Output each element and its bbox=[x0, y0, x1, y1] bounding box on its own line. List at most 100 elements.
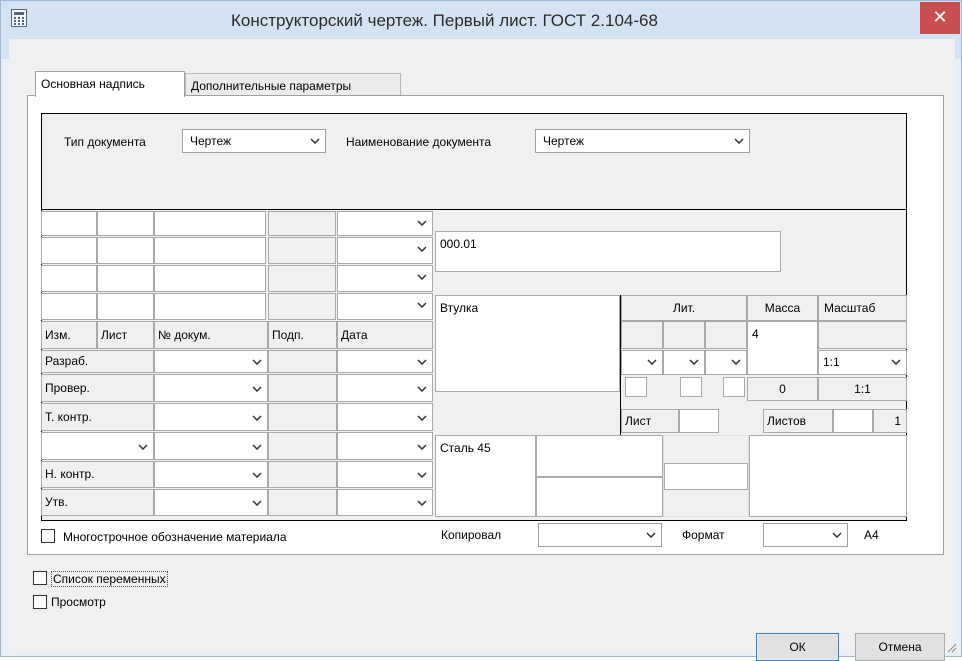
header-docno: № докум. bbox=[154, 321, 268, 349]
copied-select[interactable] bbox=[538, 523, 662, 547]
copied-label: Копировал bbox=[441, 528, 502, 542]
mass-field[interactable]: 4 bbox=[747, 321, 818, 375]
change-date-select[interactable] bbox=[337, 293, 433, 320]
chevron-down-icon bbox=[251, 492, 263, 514]
lit-header: Лит. bbox=[621, 295, 747, 321]
organization-field[interactable] bbox=[749, 435, 907, 517]
t-kontr-sign-cell bbox=[268, 403, 337, 431]
part-name-field[interactable]: Втулка bbox=[435, 295, 620, 392]
chevron-down-icon bbox=[688, 351, 700, 373]
change-docno-input[interactable] bbox=[154, 211, 266, 236]
custom-name-select[interactable] bbox=[154, 432, 268, 460]
change-docno-input[interactable] bbox=[154, 237, 266, 264]
chevron-down-icon bbox=[251, 378, 263, 400]
document-type-value: Чертеж bbox=[190, 134, 232, 148]
scale-select-value: 1:1 bbox=[823, 355, 840, 369]
n-kontr-name-select[interactable] bbox=[154, 461, 268, 488]
header-izm: Изм. bbox=[41, 321, 97, 349]
org-field-1[interactable] bbox=[536, 435, 663, 477]
change-izm-input[interactable] bbox=[41, 265, 97, 292]
n-kontr-date-select[interactable] bbox=[337, 461, 433, 488]
change-sign-cell bbox=[268, 211, 336, 236]
custom-role-select[interactable] bbox=[41, 432, 154, 460]
chevron-down-icon bbox=[416, 212, 428, 234]
window-title: Конструкторский чертеж. Первый лист. ГОС… bbox=[231, 11, 658, 30]
utv-name-select[interactable] bbox=[154, 489, 268, 516]
change-docno-input[interactable] bbox=[154, 265, 266, 292]
sheets-field[interactable] bbox=[833, 409, 873, 433]
lit-cell-1 bbox=[621, 321, 663, 349]
change-date-select[interactable] bbox=[337, 211, 433, 236]
change-izm-input[interactable] bbox=[41, 237, 97, 264]
custom-date-select[interactable] bbox=[337, 432, 433, 460]
tab-additional-params[interactable]: Дополнительные параметры bbox=[185, 73, 401, 97]
designation-field[interactable]: 000.01 bbox=[435, 231, 781, 272]
mass-header: Масса bbox=[747, 295, 818, 321]
change-izm-input[interactable] bbox=[41, 293, 97, 320]
format-value: A4 bbox=[864, 528, 879, 542]
chevron-down-icon bbox=[416, 266, 428, 288]
preview-checkbox[interactable] bbox=[33, 595, 47, 609]
sheet-label: Лист bbox=[621, 409, 679, 433]
multiline-material-checkbox[interactable] bbox=[41, 529, 55, 543]
resize-grip-icon[interactable] bbox=[945, 641, 957, 653]
variables-list-checkbox[interactable] bbox=[33, 571, 47, 585]
n-kontr-sign-cell bbox=[268, 461, 337, 488]
change-list-input[interactable] bbox=[97, 293, 154, 320]
lit-box-3[interactable] bbox=[723, 377, 745, 397]
lit-select-3[interactable] bbox=[705, 350, 747, 375]
chevron-down-icon bbox=[416, 436, 428, 458]
lit-box-2[interactable] bbox=[680, 377, 702, 397]
chevron-down-icon bbox=[890, 351, 902, 373]
scale-computed: 1:1 bbox=[818, 377, 907, 401]
sheet-field[interactable] bbox=[679, 409, 719, 433]
utv-sign-cell bbox=[268, 489, 337, 516]
razrab-date-select[interactable] bbox=[337, 350, 433, 373]
org-field-3[interactable] bbox=[664, 463, 748, 490]
chevron-down-icon bbox=[251, 464, 263, 486]
document-type-select[interactable]: Чертеж bbox=[182, 129, 326, 153]
chevron-down-icon bbox=[733, 130, 745, 152]
change-docno-input[interactable] bbox=[154, 293, 266, 320]
format-select[interactable] bbox=[763, 523, 848, 547]
change-list-input[interactable] bbox=[97, 237, 154, 264]
razrab-name-select[interactable] bbox=[154, 350, 268, 373]
role-prover: Провер. bbox=[41, 374, 154, 402]
prover-date-select[interactable] bbox=[337, 374, 433, 402]
change-list-input[interactable] bbox=[97, 265, 154, 292]
chevron-down-icon bbox=[137, 436, 149, 458]
t-kontr-date-select[interactable] bbox=[337, 403, 433, 431]
document-name-select[interactable]: Чертеж bbox=[535, 129, 750, 153]
scale-blank-cell bbox=[818, 321, 907, 349]
chevron-down-icon bbox=[416, 492, 428, 514]
chevron-down-icon bbox=[251, 436, 263, 458]
lit-box-1[interactable] bbox=[625, 377, 647, 397]
close-button[interactable]: ✕ bbox=[920, 2, 960, 34]
utv-date-select[interactable] bbox=[337, 489, 433, 516]
prover-name-select[interactable] bbox=[154, 374, 268, 402]
change-date-select[interactable] bbox=[337, 265, 433, 292]
change-izm-input[interactable] bbox=[41, 211, 97, 236]
change-list-input[interactable] bbox=[97, 211, 154, 236]
org-field-2[interactable] bbox=[536, 477, 663, 517]
chevron-down-icon bbox=[416, 378, 428, 400]
chevron-down-icon bbox=[730, 351, 742, 373]
lit-select-2[interactable] bbox=[663, 350, 705, 375]
sheets-value: 1 bbox=[873, 409, 907, 433]
tab-main-inscription[interactable]: Основная надпись bbox=[35, 71, 185, 97]
material-field[interactable]: Сталь 45 bbox=[435, 435, 536, 517]
dialog-window: Конструкторский чертеж. Первый лист. ГОС… bbox=[0, 0, 962, 661]
scale-select[interactable]: 1:1 bbox=[818, 350, 907, 375]
preview-label: Просмотр bbox=[51, 595, 106, 609]
chevron-down-icon bbox=[251, 407, 263, 429]
t-kontr-name-select[interactable] bbox=[154, 403, 268, 431]
table-icon[interactable] bbox=[11, 9, 27, 27]
prover-sign-cell bbox=[268, 374, 337, 402]
scale-header: Масштаб bbox=[818, 295, 907, 321]
change-date-select[interactable] bbox=[337, 237, 433, 264]
document-type-label: Тип документа bbox=[64, 135, 146, 149]
role-n-kontr: Н. контр. bbox=[41, 461, 154, 488]
lit-select-1[interactable] bbox=[621, 350, 663, 375]
format-label: Формат bbox=[682, 528, 725, 542]
custom-sign-cell bbox=[268, 432, 337, 460]
